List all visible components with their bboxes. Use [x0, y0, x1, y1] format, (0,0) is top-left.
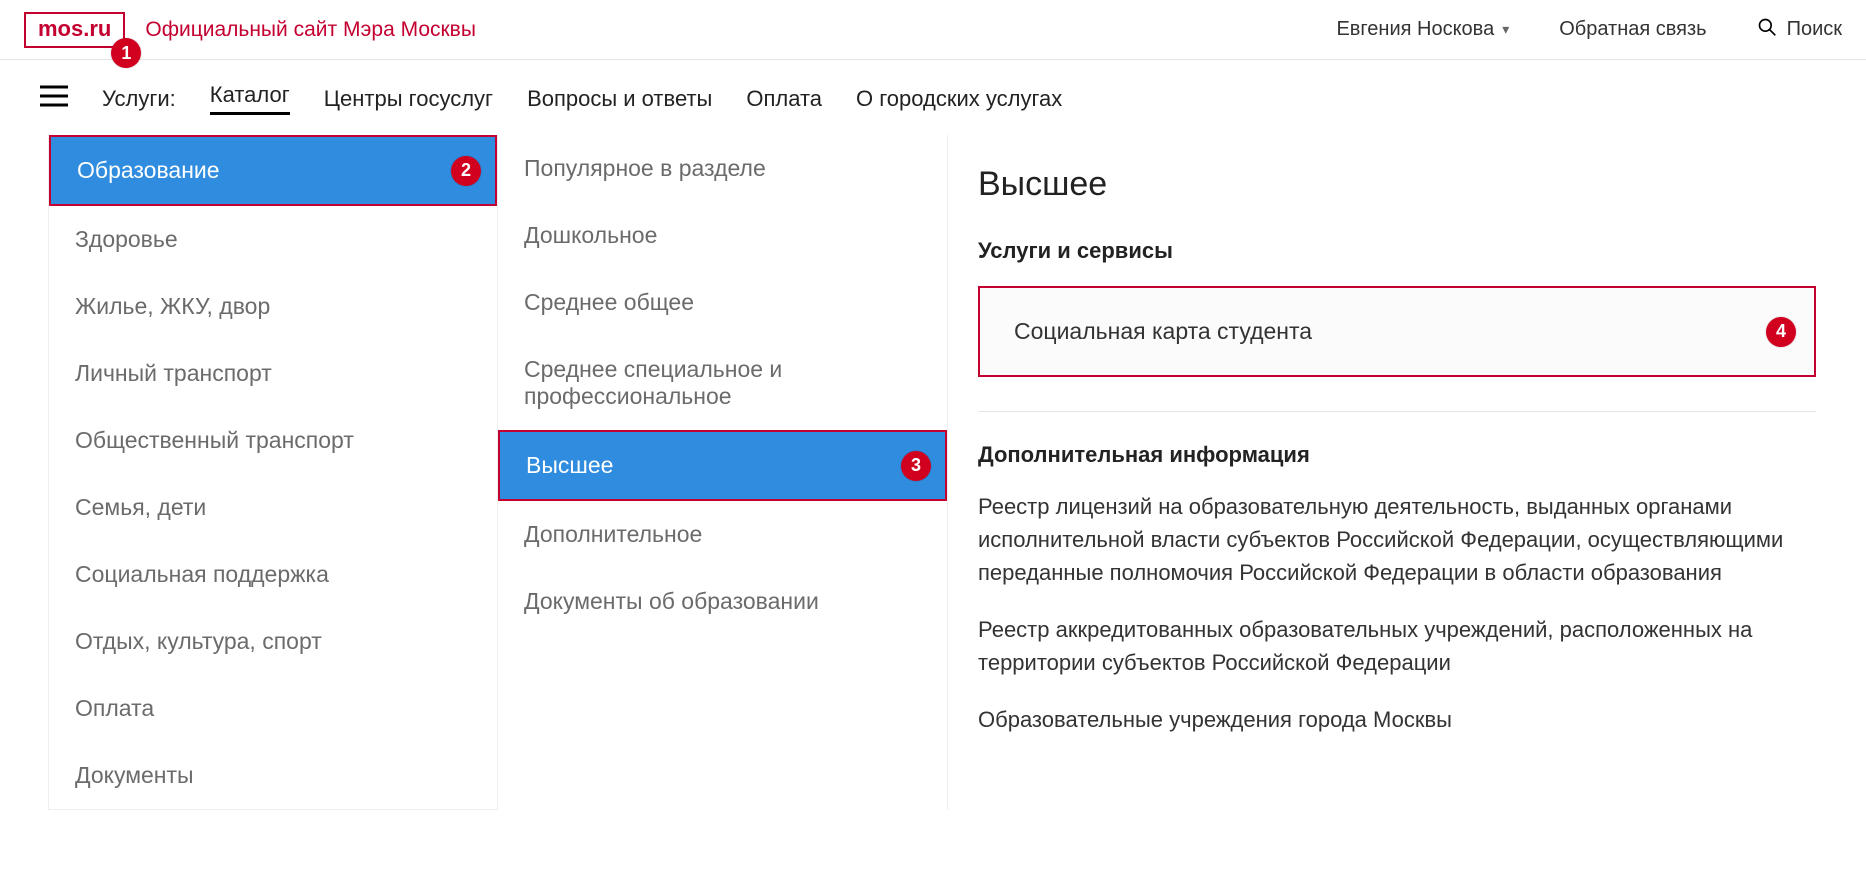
service-student-card[interactable]: Социальная карта студента 4 — [978, 286, 1816, 377]
nav-item-about[interactable]: О городских услугах — [856, 86, 1062, 112]
subcat-label: Высшее — [526, 452, 613, 478]
username-label: Евгения Носкова — [1336, 18, 1494, 41]
feedback-link[interactable]: Обратная связь — [1559, 18, 1706, 41]
subcat-general[interactable]: Среднее общее — [498, 269, 947, 336]
service-label: Социальная карта студента — [1014, 318, 1312, 344]
subcat-popular[interactable]: Популярное в разделе — [498, 135, 947, 202]
subcat-vocational[interactable]: Среднее специальное и профессиональное — [498, 336, 947, 430]
category-documents[interactable]: Документы — [49, 742, 497, 809]
search-label: Поиск — [1787, 18, 1842, 41]
header-right: Евгения Носкова ▾ Обратная связь Поиск — [1336, 17, 1842, 43]
info-item-2[interactable]: Реестр аккредитованных образовательных у… — [978, 613, 1816, 679]
annotation-badge-2: 2 — [451, 156, 481, 186]
annotation-badge-3: 3 — [901, 451, 931, 481]
top-header: mos.ru 1 Официальный сайт Мэра Москвы Ев… — [0, 0, 1866, 60]
subcat-higher[interactable]: Высшее 3 — [498, 430, 947, 501]
category-family[interactable]: Семья, дети — [49, 474, 497, 541]
subcat-edudocs[interactable]: Документы об образовании — [498, 568, 947, 635]
site-subtitle: Официальный сайт Мэра Москвы — [145, 18, 476, 42]
hamburger-menu-icon[interactable] — [40, 85, 68, 113]
category-transport-public[interactable]: Общественный транспорт — [49, 407, 497, 474]
info-item-1[interactable]: Реестр лицензий на образовательную деяте… — [978, 490, 1816, 589]
logo-text: mos.ru — [38, 16, 111, 41]
content-divider — [978, 411, 1816, 412]
category-housing[interactable]: Жилье, ЖКУ, двор — [49, 273, 497, 340]
subcat-preschool[interactable]: Дошкольное — [498, 202, 947, 269]
search-icon — [1757, 17, 1777, 43]
user-menu[interactable]: Евгения Носкова ▾ — [1336, 18, 1509, 41]
nav-item-faq[interactable]: Вопросы и ответы — [527, 86, 712, 112]
nav-item-centers[interactable]: Центры госуслуг — [324, 86, 493, 112]
nav-item-catalog[interactable]: Каталог — [210, 82, 290, 115]
nav-item-payment[interactable]: Оплата — [746, 86, 822, 112]
primary-category-list: Образование 2 Здоровье Жилье, ЖКУ, двор … — [48, 135, 498, 810]
category-education[interactable]: Образование 2 — [49, 135, 497, 206]
subcat-additional[interactable]: Дополнительное — [498, 501, 947, 568]
services-heading: Услуги и сервисы — [978, 238, 1816, 264]
main-nav: Услуги: Каталог Центры госуслуг Вопросы … — [0, 60, 1866, 135]
search-link[interactable]: Поиск — [1757, 17, 1842, 43]
category-social[interactable]: Социальная поддержка — [49, 541, 497, 608]
category-leisure[interactable]: Отдых, культура, спорт — [49, 608, 497, 675]
chevron-down-icon: ▾ — [1502, 21, 1509, 38]
secondary-category-list: Популярное в разделе Дошкольное Среднее … — [498, 135, 948, 810]
annotation-badge-4: 4 — [1766, 317, 1796, 347]
category-label: Образование — [77, 157, 220, 183]
info-item-3[interactable]: Образовательные учреждения города Москвы — [978, 703, 1816, 736]
page-title: Высшее — [978, 165, 1816, 204]
category-payment[interactable]: Оплата — [49, 675, 497, 742]
main-content: Образование 2 Здоровье Жилье, ЖКУ, двор … — [0, 135, 1866, 830]
category-transport-personal[interactable]: Личный транспорт — [49, 340, 497, 407]
site-logo[interactable]: mos.ru 1 — [24, 12, 125, 48]
category-health[interactable]: Здоровье — [49, 206, 497, 273]
nav-label: Услуги: — [102, 86, 176, 112]
info-heading: Дополнительная информация — [978, 442, 1816, 468]
content-panel: Высшее Услуги и сервисы Социальная карта… — [948, 135, 1866, 810]
